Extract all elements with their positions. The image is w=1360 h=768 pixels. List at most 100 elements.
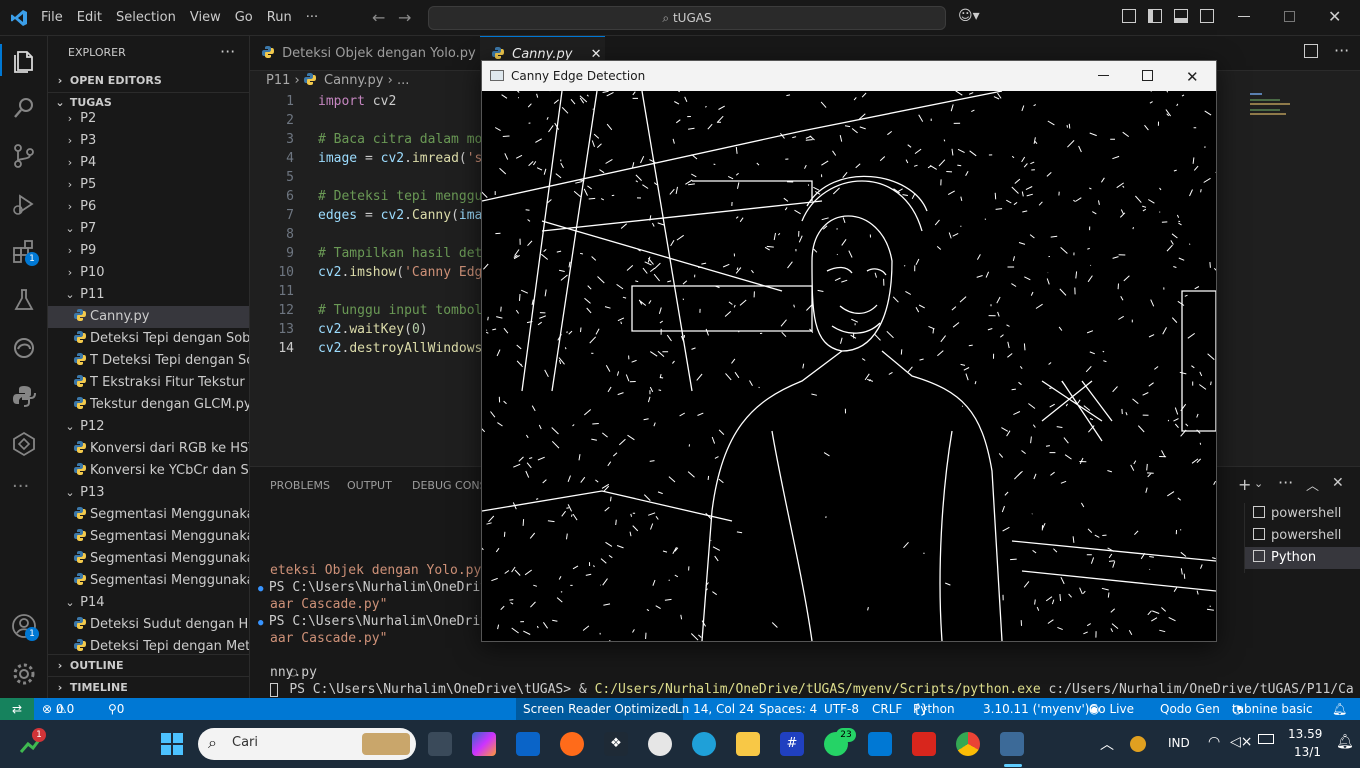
chevron-down-icon[interactable]: ⌄ bbox=[1254, 477, 1263, 490]
menu-file[interactable]: File bbox=[34, 10, 70, 25]
tab-debug-console[interactable]: DEBUG CONS bbox=[412, 479, 487, 492]
explorer-icon[interactable] bbox=[10, 46, 38, 74]
menu-run[interactable]: Run bbox=[260, 10, 299, 25]
problems-indicator[interactable]: ⊗ 0 ⚠ 0 bbox=[42, 698, 74, 720]
split-editor-icon[interactable] bbox=[1304, 44, 1318, 58]
tree-file-item[interactable]: Canny.py bbox=[48, 306, 249, 328]
restore-icon[interactable] bbox=[1284, 11, 1295, 22]
tree-folder-item[interactable]: ⌄ P12 bbox=[48, 416, 249, 438]
encoding-status[interactable]: UTF-8 bbox=[824, 698, 859, 720]
edge-devtools-icon[interactable] bbox=[10, 334, 38, 362]
tree-folder-item[interactable]: ⌄ P11 bbox=[48, 284, 249, 306]
close-icon[interactable]: ✕ bbox=[1328, 7, 1341, 26]
more-views-icon[interactable]: ··· bbox=[12, 476, 29, 497]
tree-folder-item[interactable]: › P9 bbox=[48, 240, 249, 262]
customize-layout-icon[interactable] bbox=[1122, 9, 1136, 23]
back-arrow-icon[interactable]: ← bbox=[372, 8, 385, 27]
notifications-bell-icon[interactable]: 🔔︎ bbox=[1336, 734, 1354, 750]
taskbar-search[interactable]: ⌕ Cari bbox=[198, 728, 416, 760]
tree-folder-item[interactable]: ⌄ P7 bbox=[48, 218, 249, 240]
tree-folder-item[interactable]: › P10 bbox=[48, 262, 249, 284]
tab-problems[interactable]: PROBLEMS bbox=[270, 479, 330, 492]
task-view-icon[interactable] bbox=[428, 732, 452, 756]
timeline-section[interactable]: › TIMELINE bbox=[48, 676, 249, 698]
edge-browser-icon[interactable] bbox=[692, 732, 716, 756]
run-debug-icon[interactable] bbox=[10, 190, 38, 218]
chevron-up-icon[interactable]: ︿ bbox=[1100, 734, 1114, 754]
microsoft-store-icon[interactable] bbox=[516, 732, 540, 756]
menu-selection[interactable]: Selection bbox=[109, 10, 183, 25]
tree-file-item[interactable]: Segmentasi Menggunaka... bbox=[48, 504, 249, 526]
tree-folder-item[interactable]: › P5 bbox=[48, 174, 249, 196]
command-center-search[interactable]: ⌕ tUGAS bbox=[428, 6, 946, 30]
canny-window-titlebar[interactable]: Canny Edge Detection ✕ bbox=[482, 61, 1216, 91]
file-explorer-icon[interactable] bbox=[736, 732, 760, 756]
outline-section[interactable]: › OUTLINE bbox=[48, 654, 249, 676]
vscode-taskbar-icon[interactable] bbox=[868, 732, 892, 756]
python-app-icon[interactable] bbox=[1000, 732, 1024, 756]
sharp-app-icon[interactable]: # bbox=[780, 732, 804, 756]
toggle-sidebar-icon[interactable] bbox=[1148, 9, 1162, 23]
terminal-list-item[interactable]: Python bbox=[1245, 547, 1360, 569]
tree-folder-item[interactable]: ⌄ P14 bbox=[48, 592, 249, 614]
copilot-icon[interactable]: ☺▾ bbox=[958, 8, 980, 24]
toggle-secondary-sidebar-icon[interactable] bbox=[1200, 9, 1214, 23]
search-view-icon[interactable] bbox=[10, 94, 38, 122]
tree-folder-item[interactable]: › P6 bbox=[48, 196, 249, 218]
close-icon[interactable]: ✕ bbox=[1186, 62, 1199, 92]
tab-deteksi-objek[interactable]: Deteksi Objek dengan Yolo.py bbox=[250, 36, 480, 71]
tray-app-icon[interactable] bbox=[1130, 736, 1146, 752]
toggle-panel-icon[interactable] bbox=[1174, 9, 1188, 23]
tree-file-item[interactable]: T Ekstraksi Fitur Tekstur M... bbox=[48, 372, 249, 394]
canny-edge-window[interactable]: Canny Edge Detection ✕ bbox=[481, 60, 1217, 642]
cursor-position[interactable]: Ln 14, Col 24 bbox=[675, 698, 754, 720]
breadcrumb-rest[interactable]: ... bbox=[397, 73, 409, 88]
maximize-icon[interactable] bbox=[1142, 70, 1153, 81]
panel-more-icon[interactable]: ··· bbox=[1278, 473, 1293, 492]
remote-explorer-icon[interactable] bbox=[10, 430, 38, 458]
maximize-panel-icon[interactable]: ︿ bbox=[1306, 475, 1319, 494]
tree-folder-item[interactable]: › P4 bbox=[48, 152, 249, 174]
clock-date[interactable]: 13/1 bbox=[1294, 745, 1321, 759]
menu-view[interactable]: View bbox=[183, 10, 228, 25]
remote-indicator-icon[interactable]: ⇄ bbox=[0, 698, 34, 720]
tree-file-item[interactable]: Konversi ke YCbCr dan Se... bbox=[48, 460, 249, 482]
editor-more-icon[interactable]: ··· bbox=[1334, 41, 1349, 60]
tree-file-item[interactable]: T Deteksi Tepi dengan So... bbox=[48, 350, 249, 372]
minimize-icon[interactable] bbox=[1238, 16, 1250, 17]
input-language[interactable]: IND bbox=[1168, 736, 1190, 750]
tree-file-item[interactable]: Segmentasi Menggunaka... bbox=[48, 526, 249, 548]
explorer-more-icon[interactable]: ··· bbox=[220, 42, 235, 61]
volume-muted-icon[interactable]: ◁× bbox=[1230, 734, 1253, 750]
firefox-icon[interactable] bbox=[560, 732, 584, 756]
wifi-icon[interactable]: ◠ bbox=[1208, 734, 1220, 750]
dropbox-icon[interactable]: ❖ bbox=[604, 732, 628, 756]
tree-file-item[interactable]: Tekstur dengan GLCM.py bbox=[48, 394, 249, 416]
open-editors-section[interactable]: › OPEN EDITORS bbox=[48, 70, 249, 92]
menu-more[interactable]: ··· bbox=[299, 10, 325, 25]
manage-gear-icon[interactable] bbox=[10, 660, 38, 688]
testing-flask-icon[interactable] bbox=[10, 286, 38, 314]
chrome-icon[interactable] bbox=[956, 732, 980, 756]
notifications-bell-icon[interactable]: 🔔︎ bbox=[1332, 698, 1347, 720]
breadcrumb-folder[interactable]: P11 bbox=[266, 73, 290, 88]
tree-file-item[interactable]: Deteksi Tepi dengan Sobe... bbox=[48, 328, 249, 350]
battery-icon[interactable] bbox=[1258, 734, 1274, 744]
new-terminal-icon[interactable]: + bbox=[1238, 475, 1251, 494]
eol-status[interactable]: CRLF bbox=[872, 698, 902, 720]
tree-file-item[interactable]: Segmentasi Menggunaka... bbox=[48, 548, 249, 570]
terminal-list-item[interactable]: powershell bbox=[1245, 503, 1360, 525]
screen-reader-status[interactable]: Screen Reader Optimized bbox=[516, 698, 683, 720]
forward-arrow-icon[interactable]: → bbox=[398, 8, 411, 27]
tree-folder-item[interactable]: ⌄ P13 bbox=[48, 482, 249, 504]
minimap[interactable] bbox=[1250, 91, 1310, 121]
game-app-icon[interactable] bbox=[648, 732, 672, 756]
close-panel-icon[interactable]: ✕ bbox=[1332, 475, 1344, 491]
clock-time[interactable]: 13.59 bbox=[1288, 727, 1322, 741]
tree-file-item[interactable]: Konversi dari RGB ke HSV.... bbox=[48, 438, 249, 460]
source-control-icon[interactable] bbox=[10, 142, 38, 170]
tree-file-item[interactable]: Deteksi Sudut dengan Har... bbox=[48, 614, 249, 636]
tree-folder-item[interactable]: › P3 bbox=[48, 130, 249, 152]
python-interpreter[interactable]: 3.10.11 ('myenv') bbox=[983, 698, 1089, 720]
tree-folder-item[interactable]: › P2 bbox=[48, 108, 249, 130]
